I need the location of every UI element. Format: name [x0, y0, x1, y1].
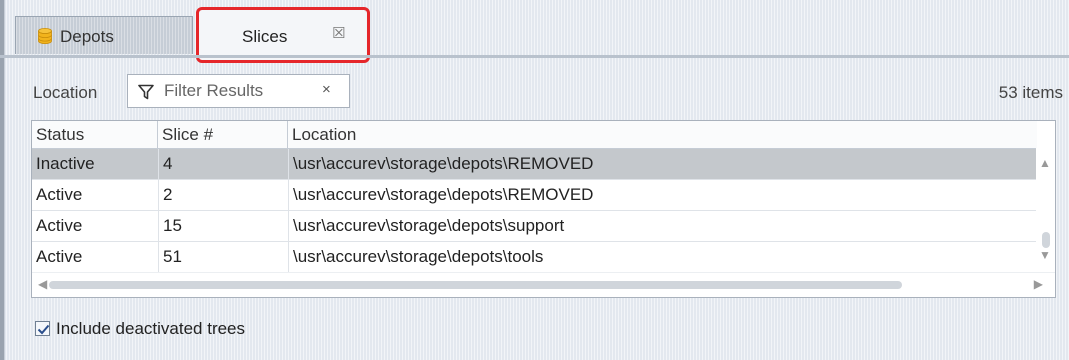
table-row[interactable]: Active 2 \usr\accurev\storage\depots\REM…	[32, 180, 1037, 211]
status-cell: Active	[36, 216, 83, 235]
slice-cell: 2	[158, 180, 288, 210]
location-cell: \usr\accurev\storage\depots\support	[288, 211, 1037, 241]
location-label: Location	[33, 83, 98, 102]
status-cell: Active	[36, 247, 83, 266]
scroll-down-icon[interactable]: ▼	[1039, 248, 1051, 262]
location-cell: \usr\accurev\storage\depots\REMOVED	[288, 180, 1037, 210]
tab-depots[interactable]: Depots	[15, 16, 193, 54]
slices-table: Status Slice # Location Inactive 4 \usr\…	[31, 120, 1056, 298]
table-row[interactable]: Active 15 \usr\accurev\storage\depots\su…	[32, 211, 1037, 242]
horizontal-scroll-thumb[interactable]	[49, 281, 902, 289]
vertical-scroll-thumb[interactable]	[1042, 232, 1050, 248]
slice-cell: 15	[158, 211, 288, 241]
tab-depots-label: Depots	[60, 27, 114, 46]
filter-input[interactable]	[164, 81, 314, 101]
column-header-slice[interactable]: Slice #	[158, 121, 288, 148]
tab-strip-divider	[0, 55, 1069, 58]
table-header: Status Slice # Location	[32, 121, 1037, 149]
scroll-right-icon[interactable]: ▶	[1034, 277, 1043, 291]
tab-slices-label: Slices	[242, 27, 288, 46]
checkmark-icon	[37, 324, 50, 335]
status-cell: Active	[36, 185, 83, 204]
clear-filter-icon[interactable]: ×	[322, 81, 331, 98]
table-row[interactable]: Active 51 \usr\accurev\storage\depots\to…	[32, 242, 1037, 273]
vertical-scrollbar[interactable]: ▲ ▼	[1036, 148, 1055, 271]
slice-cell: 4	[158, 149, 288, 179]
filter-box: ×	[127, 74, 350, 108]
status-cell: Inactive	[36, 154, 95, 173]
table-row[interactable]: Inactive 4 \usr\accurev\storage\depots\R…	[32, 149, 1037, 180]
horizontal-scrollbar[interactable]: ◀ ▶	[32, 272, 1055, 297]
include-deactivated-checkbox[interactable]	[35, 321, 50, 336]
tab-slices[interactable]: Slices ☒	[198, 10, 366, 60]
tab-close-icon[interactable]: ☒	[332, 24, 345, 42]
location-cell: \usr\accurev\storage\depots\tools	[288, 242, 1037, 272]
scroll-up-icon[interactable]: ▲	[1039, 156, 1051, 170]
slice-cell: 51	[158, 242, 288, 272]
slices-panel: Location × 53 items Status Slice # Locat…	[18, 60, 1069, 360]
window-left-border	[0, 0, 5, 360]
column-header-location[interactable]: Location	[288, 121, 1037, 148]
column-header-status[interactable]: Status	[32, 121, 158, 148]
scroll-left-icon[interactable]: ◀	[38, 277, 47, 291]
location-cell: \usr\accurev\storage\depots\REMOVED	[288, 149, 1037, 179]
include-deactivated-label[interactable]: Include deactivated trees	[56, 319, 245, 339]
item-count: 53 items	[998, 83, 1063, 102]
